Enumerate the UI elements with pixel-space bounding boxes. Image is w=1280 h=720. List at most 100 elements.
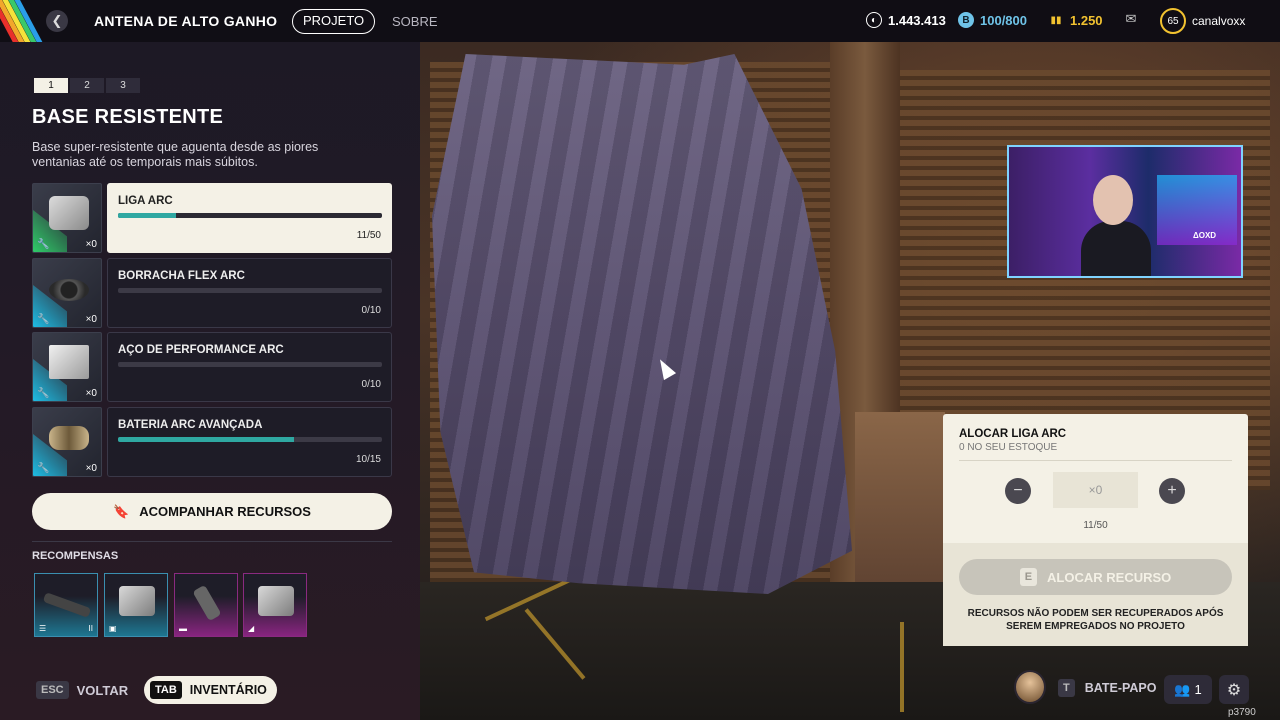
rewards-label: RECOMPENSAS [32,550,119,562]
reward-item-rifle[interactable]: ☰ II [34,573,98,637]
armor-icon [119,586,155,616]
allocate-footer: E ALOCAR RECURSO RECURSOS NÃO PODEM SER … [943,543,1248,646]
resource-row[interactable]: 🔧 ×0 AÇO DE PERFORMANCE ARC 0/10 [32,332,392,402]
plus-icon: + [1167,482,1177,499]
step-tabs: 1 2 3 [34,78,140,93]
rainbow-stripes-logo [0,0,44,42]
back-button[interactable]: ❮ [46,10,68,32]
step-tab-2[interactable]: 2 [70,78,104,93]
mail-button[interactable]: ✉ [1123,11,1139,27]
resource-row[interactable]: 🔧 ×0 LIGA ARC 11/50 [32,183,392,253]
token-icon: B [958,12,974,28]
steel-icon [49,345,89,379]
stock-quantity: ×0 [85,239,97,250]
level-badge: 65 [1160,8,1186,34]
stock-quantity: ×0 [85,388,97,399]
chat-button[interactable]: T BATE-PAPO [1058,679,1157,697]
resource-name: BORRACHA FLEX ARC [118,270,245,282]
bookmark-icon: 🔖 [113,503,130,519]
resource-thumbnail: 🔧 ×0 [32,258,102,328]
resource-thumbnail: 🔧 ×0 [32,407,102,477]
divider [959,460,1232,461]
ticket-icon: ▮▮ [1050,14,1062,26]
scope-icon: ▬ [179,624,187,633]
tier-badge: II [88,624,93,633]
decrement-button[interactable]: − [1005,478,1031,504]
gloves-icon [258,586,294,616]
back-action[interactable]: ESC VOLTAR [36,681,128,699]
step-tab-3[interactable]: 3 [106,78,140,93]
resource-name: AÇO DE PERFORMANCE ARC [118,344,284,356]
progress-bar [118,362,382,367]
tab-key: TAB [150,681,182,699]
allocate-stock: 0 NO SEU ESTOQUE [959,442,1058,453]
progress-bar [118,437,382,442]
currency-tickets: ▮▮ 1.250 [1048,12,1102,28]
allocate-panel: ALOCAR LIGA ARC 0 NO SEU ESTOQUE − ×0 + … [943,414,1248,646]
track-resources-button[interactable]: 🔖 ACOMPANHAR RECURSOS [32,493,392,530]
friends-button[interactable]: 👥 1 [1164,675,1212,704]
build-version: p3790 [1228,707,1256,718]
friends-icon: 👥 [1174,681,1191,697]
allocate-title: ALOCAR LIGA ARC [959,428,1067,440]
tab-sobre[interactable]: SOBRE [392,14,438,29]
wrench-icon: 🔧 [37,388,50,399]
resource-count: 0/10 [361,379,381,390]
esc-key: ESC [36,681,69,699]
gear-icon: ⚙ [1226,681,1242,699]
chat-label: BATE-PAPO [1084,681,1157,695]
resource-thumbnail: 🔧 ×0 [32,183,102,253]
settings-button[interactable]: ⚙ [1219,675,1249,704]
rusty-cabinet [855,412,945,602]
inventory-button[interactable]: TAB INVENTÁRIO [144,676,277,704]
back-label: VOLTAR [76,682,129,698]
resource-count: 11/50 [356,230,381,241]
allocate-button-label: ALOCAR RECURSO [1047,569,1172,585]
resource-thumbnail: 🔧 ×0 [32,332,102,402]
step-tab-1[interactable]: 1 [34,78,68,93]
wrench-icon: 🔧 [37,314,50,325]
resource-count: 10/15 [355,454,381,465]
backpack-icon: ▣ [109,624,117,633]
section-description: Base super-resistente que aguenta desde … [32,140,319,169]
resource-card-bateria-arc-avancada[interactable]: BATERIA ARC AVANÇADA 10/15 [107,407,392,477]
allocate-warning: RECURSOS NÃO PODEM SER RECUPERADOS APÓS … [967,608,1224,632]
stock-quantity: ×0 [85,314,97,325]
webcam-logo: ΔOXD [1193,231,1217,240]
quantity-input[interactable]: ×0 [1053,472,1138,508]
progress-bar [118,213,382,218]
alloy-icon [49,196,89,230]
chevron-left-icon: ❮ [51,13,63,28]
resource-card-liga-arc[interactable]: LIGA ARC 11/50 [107,183,392,253]
currency-tokens: B 100/800 [958,12,1027,28]
currency-coins: ◐ 1.443.413 [866,12,946,28]
section-title: BASE RESISTENTE [32,106,224,128]
divider [32,541,392,542]
page-title: ANTENA DE ALTO GANHO [94,13,278,29]
tab-projeto[interactable]: PROJETO [292,9,376,34]
grip-icon: ◢ [248,624,255,633]
reward-item-armor[interactable]: ▣ [104,573,168,637]
rubber-ring-icon [49,279,89,301]
stock-quantity: ×0 [85,463,97,474]
resource-count: 0/10 [361,305,381,316]
resource-row[interactable]: 🔧 ×0 BORRACHA FLEX ARC 0/10 [32,258,392,328]
inventory-label: INVENTÁRIO [189,683,267,697]
coin-icon: ◐ [866,12,882,28]
profile[interactable]: 65 canalvoxx [1160,8,1245,34]
increment-button[interactable]: + [1159,478,1185,504]
progress-bar [118,288,382,293]
webcam-overlay: ΔOXD [1007,145,1243,278]
resource-row[interactable]: 🔧 ×0 BATERIA ARC AVANÇADA 10/15 [32,407,392,477]
top-bar: ❮ ANTENA DE ALTO GANHO PROJETO SOBRE ◐ 1… [0,0,1280,42]
resource-card-borracha-flex-arc[interactable]: BORRACHA FLEX ARC 0/10 [107,258,392,328]
progress-fill [118,213,177,218]
list-icon: ☰ [39,624,47,633]
wrench-icon: 🔧 [37,239,50,250]
mail-icon: ✉ [1125,11,1137,26]
reward-item-gloves[interactable]: ◢ [243,573,307,637]
allocate-resource-button[interactable]: E ALOCAR RECURSO [959,559,1232,595]
reward-item-attachment[interactable]: ▬ [174,573,238,637]
resource-card-aco-de-performance-arc[interactable]: AÇO DE PERFORMANCE ARC 0/10 [107,332,392,402]
player-avatar[interactable] [1014,670,1046,704]
